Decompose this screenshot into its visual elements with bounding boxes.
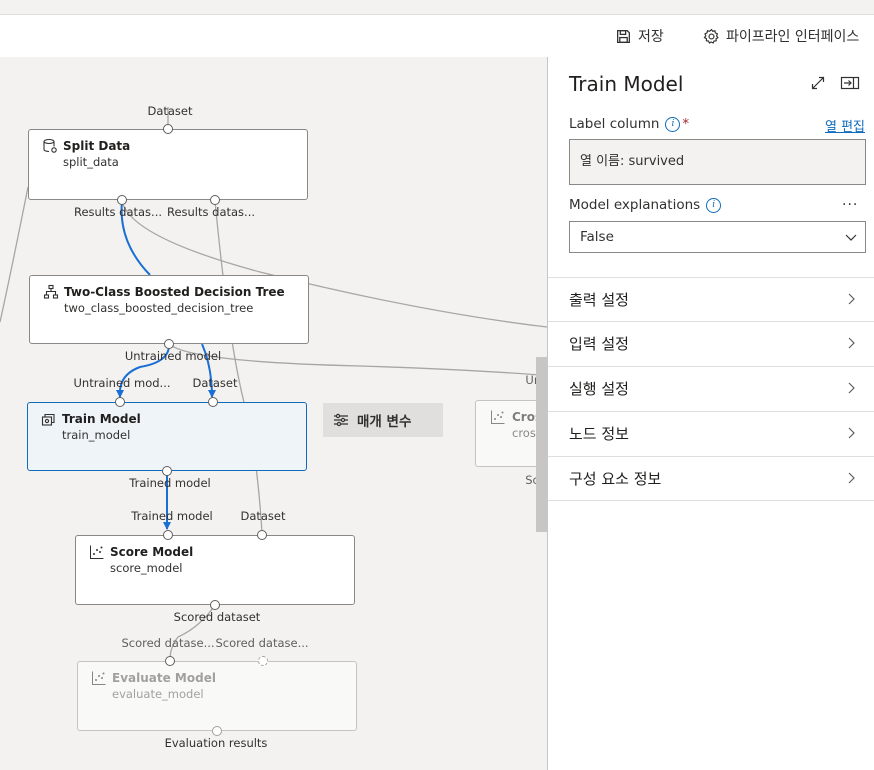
label-column-label: Label column: [569, 116, 660, 132]
section-label: 노드 정보: [569, 425, 629, 443]
score-model-output-label: Scored dataset: [173, 610, 261, 624]
chevron-right-icon: [848, 427, 855, 439]
score-model-output-port[interactable]: [210, 600, 220, 610]
model-explanations-label: Model explanations: [569, 197, 701, 213]
split-data-subtitle: split_data: [63, 155, 119, 169]
pipeline-interface-button[interactable]: 파이프라인 인터페이스: [703, 23, 859, 49]
split-data-output2-label: Results datas...: [166, 205, 256, 219]
section-label: 출력 설정: [569, 291, 629, 309]
evaluate-model-input1-label: Scored datase...: [121, 636, 215, 650]
section-label: 입력 설정: [569, 335, 629, 353]
train-model-input2-label: Dataset: [192, 376, 238, 390]
section-output-settings[interactable]: 출력 설정: [548, 277, 874, 322]
train-model-input-port-2[interactable]: [208, 397, 218, 407]
label-column-label-row: Label column i *: [569, 116, 689, 132]
save-icon: [617, 29, 630, 43]
evaluate-model-input-port-1[interactable]: [165, 656, 175, 666]
evaluate-model-input-port-2[interactable]: [258, 656, 268, 666]
window-top-strip: [0, 0, 874, 14]
train-model-input1-label: Untrained mod...: [73, 376, 171, 390]
score-model-input-port-2[interactable]: [257, 530, 267, 540]
label-column-value: 열 이름: survived: [569, 139, 866, 185]
section-input-settings[interactable]: 입력 설정: [548, 321, 874, 366]
boosted-tree-subtitle: two_class_boosted_decision_tree: [64, 301, 254, 315]
node-boosted-decision-tree[interactable]: Two-Class Boosted Decision Tree two_clas…: [29, 275, 309, 344]
model-explanations-selected: False: [580, 229, 614, 245]
panel-title: Train Model: [569, 72, 684, 96]
expand-icon[interactable]: [810, 75, 826, 91]
score-model-input1-label: Trained model: [131, 509, 213, 523]
pipeline-interface-label: 파이프라인 인터페이스: [726, 29, 860, 45]
section-label: 구성 요소 정보: [569, 470, 662, 488]
parameters-button[interactable]: 매개 변수: [323, 403, 443, 437]
score-model-title: Score Model: [110, 545, 194, 559]
node-train-model[interactable]: Train Model train_model: [27, 402, 307, 471]
pipeline-canvas[interactable]: Dataset Split Data split_data Results da…: [0, 57, 547, 770]
boosted-tree-output-port[interactable]: [164, 339, 174, 349]
score-model-input2-label: Dataset: [240, 509, 286, 523]
boosted-tree-title: Two-Class Boosted Decision Tree: [64, 285, 285, 299]
chevron-down-icon: [845, 234, 857, 241]
tree-icon: [43, 284, 59, 299]
split-data-output1-label: Results datas...: [73, 205, 163, 219]
section-component-info[interactable]: 구성 요소 정보: [548, 456, 874, 501]
connector-offscreen-left: [0, 186, 29, 323]
chevron-right-icon: [848, 472, 855, 484]
train-model-icon: [41, 413, 55, 426]
train-model-input-port-1[interactable]: [115, 397, 125, 407]
scatter-icon: [90, 545, 104, 559]
canvas-vertical-scrollbar[interactable]: [536, 357, 547, 532]
pipeline-toolbar: 저장 파이프라인 인터페이스: [0, 14, 874, 58]
parameters-label: 매개 변수: [357, 414, 412, 430]
scatter-icon: [92, 671, 106, 685]
split-data-output-port-2[interactable]: [210, 195, 220, 205]
edit-column-link[interactable]: 열 편집: [825, 116, 865, 135]
section-run-settings[interactable]: 실행 설정: [548, 366, 874, 411]
split-data-title: Split Data: [63, 139, 131, 153]
connector-split-to-score: [214, 200, 263, 534]
more-options-button[interactable]: ···: [842, 197, 858, 213]
node-evaluate-model[interactable]: Evaluate Model evaluate_model: [77, 661, 357, 731]
node-score-model[interactable]: Score Model score_model: [75, 535, 355, 605]
chevron-right-icon: [848, 337, 855, 349]
evaluate-model-input2-label: Scored datase...: [215, 636, 309, 650]
split-data-input-label: Dataset: [147, 104, 193, 118]
sliders-icon: [334, 413, 348, 427]
score-model-input-port-1[interactable]: [163, 530, 173, 540]
collapse-panel-icon[interactable]: [840, 75, 860, 91]
connector-boosted-to-crossvalidate: [168, 343, 541, 376]
model-explanations-label-row: Model explanations i: [569, 197, 722, 213]
split-data-icon: [43, 138, 57, 153]
node-split-data[interactable]: Split Data split_data: [28, 129, 308, 200]
train-model-subtitle: train_model: [62, 428, 131, 442]
info-icon[interactable]: i: [665, 116, 681, 132]
gear-icon: [703, 28, 719, 44]
evaluate-model-output-label: Evaluation results: [164, 736, 268, 750]
evaluate-model-title: Evaluate Model: [112, 671, 216, 685]
chevron-right-icon: [848, 382, 855, 394]
boosted-tree-output-label: Untrained model: [124, 349, 222, 363]
evaluate-model-subtitle: evaluate_model: [112, 687, 204, 701]
section-label: 실행 설정: [569, 380, 629, 398]
evaluate-model-output-port[interactable]: [212, 726, 222, 736]
split-data-output-port-1[interactable]: [117, 195, 127, 205]
train-model-output-port[interactable]: [162, 466, 172, 476]
train-model-title: Train Model: [62, 412, 141, 426]
info-icon[interactable]: i: [706, 197, 722, 213]
arrowhead-trained: [163, 522, 171, 530]
model-explanations-dropdown[interactable]: False: [569, 221, 866, 253]
train-model-output-label: Trained model: [129, 476, 211, 490]
section-node-info[interactable]: 노드 정보: [548, 411, 874, 456]
save-button[interactable]: 저장: [615, 23, 664, 49]
score-model-subtitle: score_model: [110, 561, 183, 575]
chevron-right-icon: [848, 293, 855, 305]
required-marker: *: [682, 116, 690, 132]
split-data-input-port[interactable]: [163, 124, 173, 134]
scatter-icon: [491, 410, 505, 424]
properties-panel: Train Model Label column i * 열 편집 열 이름: …: [547, 57, 874, 770]
save-label: 저장: [638, 29, 664, 45]
